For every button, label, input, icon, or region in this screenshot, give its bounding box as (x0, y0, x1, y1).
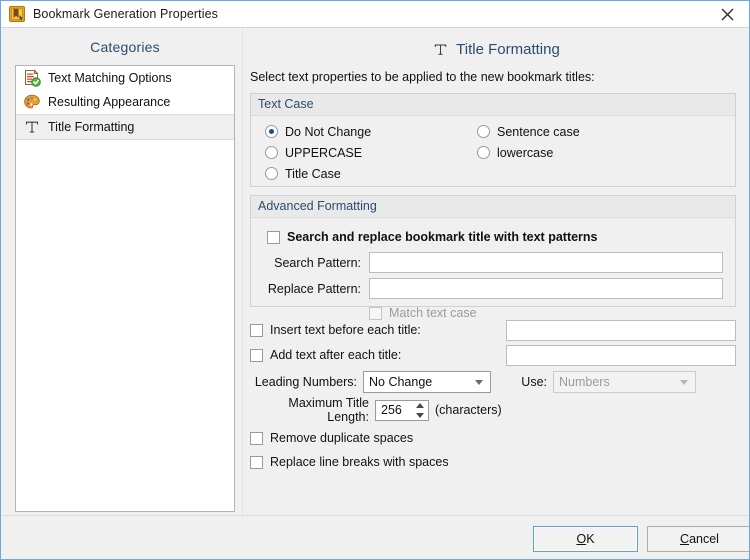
use-label: Use: (521, 375, 547, 389)
remove-duplicate-spaces-checkbox[interactable] (250, 431, 263, 445)
dialog-window: Bookmark Generation Properties Categorie… (0, 0, 750, 560)
title-formatting-header-icon (431, 40, 449, 58)
ok-mnemonic: O (576, 532, 587, 546)
sidebar-item-title-formatting[interactable]: Title Formatting (16, 114, 234, 140)
max-title-length-suffix: (characters) (435, 403, 502, 417)
radio-label: UPPERCASE (285, 145, 363, 160)
leading-numbers-value: No Change (369, 375, 433, 389)
sidebar-item-label: Text Matching Options (48, 71, 172, 85)
leading-numbers-row: Leading Numbers: No Change Use: Numbers (250, 370, 736, 394)
add-after-checkbox[interactable] (250, 348, 263, 362)
replace-line-breaks-label: Replace line breaks with spaces (270, 455, 449, 469)
match-text-case-label: Match text case (389, 306, 477, 320)
advanced-formatting-group: Advanced Formatting Search and replace b… (250, 195, 736, 320)
sidebar-item-resulting-appearance[interactable]: Resulting Appearance (16, 90, 234, 114)
radio-lowercase[interactable]: lowercase (477, 142, 697, 163)
main-panel: Title Formatting Select text properties … (242, 28, 748, 515)
replace-pattern-input[interactable] (369, 278, 723, 299)
remove-duplicate-spaces-label: Remove duplicate spaces (270, 431, 414, 445)
ok-button[interactable]: OK (533, 526, 638, 552)
replace-pattern-label: Replace Pattern: (267, 281, 361, 296)
leading-numbers-label: Leading Numbers: (254, 375, 357, 389)
use-value: Numbers (559, 375, 610, 389)
insert-before-input[interactable] (505, 319, 736, 341)
radio-uppercase[interactable]: UPPERCASE (265, 142, 485, 163)
add-after-row: Add text after each title: (250, 344, 736, 366)
page-title-label: Title Formatting (456, 40, 560, 58)
title-options-section: Insert text before each title: Add text … (250, 319, 736, 473)
advanced-formatting-group-label: Advanced Formatting (251, 196, 735, 218)
search-replace-checkbox[interactable] (267, 230, 280, 244)
text-case-group: Text Case Do Not Change UPPERCASE Title … (250, 93, 736, 187)
search-pattern-input[interactable] (369, 252, 723, 273)
dialog-body: Categories Text Matching Options Resulti… (2, 28, 748, 515)
title-formatting-icon (23, 118, 41, 136)
categories-panel: Categories Text Matching Options Resulti… (15, 34, 235, 512)
search-pattern-label: Search Pattern: (274, 255, 361, 270)
categories-title: Categories (90, 39, 160, 55)
insert-before-checkbox[interactable] (250, 323, 263, 337)
radio-lowercase-icon[interactable] (477, 146, 490, 159)
bookmark-properties-icon (9, 6, 25, 22)
add-after-input[interactable] (505, 344, 736, 366)
add-after-label: Add text after each title: (270, 348, 402, 362)
max-title-length-stepper[interactable]: 256 (375, 399, 429, 421)
radio-title-case[interactable]: Title Case (265, 163, 485, 184)
radio-title-case-icon[interactable] (265, 167, 278, 180)
radio-label: Sentence case (497, 124, 580, 139)
match-text-case-checkbox[interactable] (369, 306, 382, 320)
insert-before-row: Insert text before each title: (250, 319, 736, 341)
categories-list[interactable]: Text Matching Options Resulting Appearan… (15, 65, 235, 512)
sidebar-item-label: Title Formatting (48, 120, 135, 134)
radio-label: Title Case (285, 166, 341, 181)
search-replace-label: Search and replace bookmark title with t… (287, 230, 598, 244)
cancel-mnemonic: C (680, 532, 690, 546)
stepper-up-icon[interactable] (415, 402, 424, 408)
window-title: Bookmark Generation Properties (33, 7, 219, 21)
radio-uppercase-icon[interactable] (265, 146, 278, 159)
chevron-down-icon (680, 380, 688, 385)
stepper-down-icon[interactable] (415, 412, 424, 418)
radio-sentence-case[interactable]: Sentence case (477, 121, 697, 142)
use-select[interactable]: Numbers (553, 371, 696, 393)
title-bar: Bookmark Generation Properties (1, 1, 749, 28)
max-title-length-row: Maximum Title Length: 256 (characters) (250, 396, 736, 424)
ok-label-rest: K (586, 532, 595, 546)
instruction-text: Select text properties to be applied to … (250, 70, 595, 84)
radio-label: Do Not Change (285, 124, 372, 139)
page-title: Title Formatting (243, 28, 748, 64)
sidebar-item-label: Resulting Appearance (48, 95, 171, 109)
cancel-button[interactable]: Cancel (647, 526, 749, 552)
cancel-label-rest: ancel (689, 532, 719, 546)
palette-icon (23, 93, 41, 111)
replace-line-breaks-checkbox[interactable] (250, 455, 263, 469)
chevron-down-icon (475, 380, 483, 385)
replace-line-breaks-row[interactable]: Replace line breaks with spaces (250, 451, 736, 473)
search-replace-checkbox-row[interactable]: Search and replace bookmark title with t… (267, 226, 727, 248)
radio-label: lowercase (497, 145, 554, 160)
insert-before-label: Insert text before each title: (270, 323, 421, 337)
sidebar-item-text-matching-options[interactable]: Text Matching Options (16, 66, 234, 90)
dialog-footer: OK Cancel (2, 515, 749, 559)
stepper-arrows[interactable] (415, 402, 424, 418)
radio-sentence-case-icon[interactable] (477, 125, 490, 138)
close-icon[interactable] (705, 1, 749, 27)
radio-do-not-change-icon[interactable] (265, 125, 278, 138)
leading-numbers-select[interactable]: No Change (363, 371, 491, 393)
radio-do-not-change[interactable]: Do Not Change (265, 121, 485, 142)
text-case-group-label: Text Case (251, 94, 735, 116)
text-matching-icon (23, 69, 41, 87)
max-title-length-value: 256 (381, 403, 402, 417)
max-title-length-label: Maximum Title Length: (288, 396, 369, 424)
remove-duplicate-spaces-row[interactable]: Remove duplicate spaces (250, 427, 736, 449)
